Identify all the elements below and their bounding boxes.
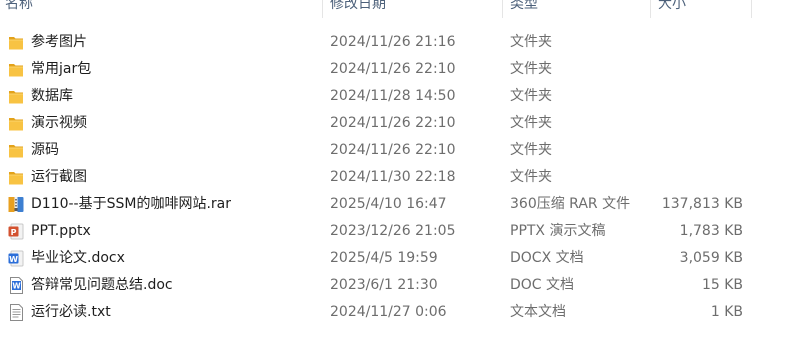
rar-archive-icon xyxy=(8,196,24,213)
column-header-type[interactable]: 类型 xyxy=(505,0,650,18)
file-type: DOC 文档 xyxy=(510,277,575,293)
folder-icon xyxy=(8,115,24,132)
column-divider[interactable] xyxy=(650,0,651,18)
file-name: PPT.pptx xyxy=(31,223,91,239)
file-row[interactable]: W 毕业论文.docx 2025/4/5 19:59 DOCX 文档 3,059 KB xyxy=(0,245,811,272)
file-name: 演示视频 xyxy=(31,115,87,131)
svg-text:W: W xyxy=(12,282,21,291)
column-header-size[interactable]: 大小 xyxy=(653,0,751,18)
file-row[interactable]: 运行必读.txt 2024/11/27 0:06 文本文档 1 KB xyxy=(0,299,811,326)
file-type: DOCX 文档 xyxy=(510,250,584,266)
file-name: 常用jar包 xyxy=(31,61,92,77)
file-row[interactable]: D110--基于SSM的咖啡网站.rar 2025/4/10 16:47 360压缩… xyxy=(0,191,811,218)
folder-icon xyxy=(8,61,24,78)
file-name: 运行必读.txt xyxy=(31,304,111,320)
file-row[interactable]: 演示视频 2024/11/26 22:10 文件夹 xyxy=(0,110,811,137)
file-type: 文件夹 xyxy=(510,34,552,50)
file-row[interactable]: W 答辩常见问题总结.doc 2023/6/1 21:30 DOC 文档 15 KB xyxy=(0,272,811,299)
file-row[interactable]: P PPT.pptx 2023/12/26 21:05 PPTX 演示文稿 1,783… xyxy=(0,218,811,245)
folder-icon xyxy=(8,34,24,51)
file-type: 文件夹 xyxy=(510,169,552,185)
file-name: 源码 xyxy=(31,142,59,158)
file-type: PPTX 演示文稿 xyxy=(510,223,606,239)
folder-icon xyxy=(8,88,24,105)
file-type: 文本文档 xyxy=(510,304,566,320)
file-modified-date: 2025/4/5 19:59 xyxy=(330,250,438,266)
file-list: 参考图片 2024/11/26 21:16 文件夹 常用jar包 2024/11/26… xyxy=(0,29,811,326)
text-file-icon xyxy=(8,304,24,321)
folder-icon xyxy=(8,142,24,159)
file-modified-date: 2024/11/27 0:06 xyxy=(330,304,447,320)
column-divider[interactable] xyxy=(502,0,503,18)
file-name: 参考图片 xyxy=(31,34,87,50)
file-modified-date: 2024/11/26 22:10 xyxy=(330,61,456,77)
file-name: 答辩常见问题总结.doc xyxy=(31,277,173,293)
file-size: 1,783 KB xyxy=(679,223,743,239)
folder-icon xyxy=(8,169,24,186)
file-type: 文件夹 xyxy=(510,142,552,158)
file-row[interactable]: 数据库 2024/11/28 14:50 文件夹 xyxy=(0,83,811,110)
column-divider[interactable] xyxy=(751,0,752,18)
file-name: D110--基于SSM的咖啡网站.rar xyxy=(31,196,231,212)
column-divider[interactable] xyxy=(322,0,323,18)
word-doc-icon: W xyxy=(8,277,24,294)
file-type: 文件夹 xyxy=(510,115,552,131)
file-explorer: 名称 修改日期 类型 大小 参考图片 2024/11/26 21:16 文件夹 常用… xyxy=(0,0,811,350)
file-size: 3,059 KB xyxy=(679,250,743,266)
file-type: 文件夹 xyxy=(510,88,552,104)
file-name: 数据库 xyxy=(31,88,73,104)
file-name: 运行截图 xyxy=(31,169,87,185)
svg-text:P: P xyxy=(11,228,17,237)
file-modified-date: 2024/11/30 22:18 xyxy=(330,169,456,185)
file-modified-date: 2025/4/10 16:47 xyxy=(330,196,447,212)
column-header-date[interactable]: 修改日期 xyxy=(325,0,502,18)
file-size: 137,813 KB xyxy=(661,196,743,212)
file-modified-date: 2024/11/26 21:16 xyxy=(330,34,456,50)
file-row[interactable]: 运行截图 2024/11/30 22:18 文件夹 xyxy=(0,164,811,191)
word-docx-icon: W xyxy=(8,250,24,267)
file-type: 文件夹 xyxy=(510,61,552,77)
file-size: 15 KB xyxy=(701,277,743,293)
column-header: 名称 修改日期 类型 大小 xyxy=(0,0,811,18)
file-modified-date: 2023/6/1 21:30 xyxy=(330,277,438,293)
file-row[interactable]: 源码 2024/11/26 22:10 文件夹 xyxy=(0,137,811,164)
file-modified-date: 2024/11/28 14:50 xyxy=(330,88,456,104)
svg-text:W: W xyxy=(9,255,18,264)
column-header-name[interactable]: 名称 xyxy=(0,0,322,18)
powerpoint-icon: P xyxy=(8,223,24,240)
file-modified-date: 2024/11/26 22:10 xyxy=(330,142,456,158)
file-type: 360压缩 RAR 文件 xyxy=(510,196,631,212)
file-row[interactable]: 常用jar包 2024/11/26 22:10 文件夹 xyxy=(0,56,811,83)
file-row[interactable]: 参考图片 2024/11/26 21:16 文件夹 xyxy=(0,29,811,56)
file-size: 1 KB xyxy=(710,304,743,320)
file-modified-date: 2024/11/26 22:10 xyxy=(330,115,456,131)
file-modified-date: 2023/12/26 21:05 xyxy=(330,223,456,239)
file-name: 毕业论文.docx xyxy=(31,250,125,266)
